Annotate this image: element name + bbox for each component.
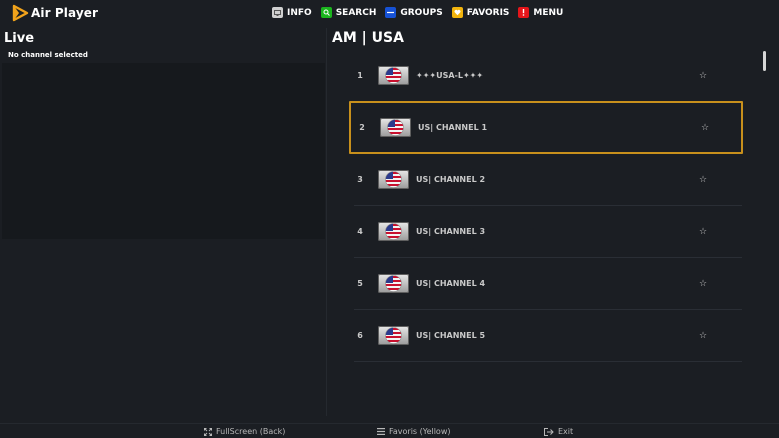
nav-favoris-label: FAVORIS [466, 7, 510, 18]
usa-flag-icon [378, 222, 409, 241]
row-separator [354, 257, 742, 258]
channel-name: ✦✦✦USA-L✦✦✦ [416, 71, 484, 80]
footer-favoris[interactable]: Favoris (Yellow) [377, 427, 451, 436]
channel-name: US| CHANNEL 5 [416, 331, 486, 340]
nav-groups-label: GROUPS [400, 7, 443, 18]
channel-row[interactable]: 1 ✦✦✦USA-L✦✦✦ ☆ [349, 49, 743, 102]
menu-lines-icon [377, 428, 385, 435]
star-outline-icon[interactable]: ☆ [699, 153, 707, 206]
channel-number: 2 [359, 123, 365, 132]
no-channel-status: No channel selected [8, 51, 88, 59]
channel-row[interactable]: 5 US| CHANNEL 4 ☆ [349, 257, 743, 310]
group-title: AM | USA [332, 30, 404, 46]
nav-menu-label: MENU [533, 7, 564, 18]
footer-exit-label: Exit [558, 427, 574, 436]
play-logo-icon [12, 4, 29, 22]
channel-number: 4 [357, 227, 363, 236]
nav-groups[interactable]: GROUPS [385, 7, 443, 18]
nav-info-label: INFO [287, 7, 312, 18]
row-separator [354, 205, 742, 206]
video-preview[interactable] [2, 63, 325, 239]
footer-exit[interactable]: Exit [544, 427, 573, 436]
usa-flag-icon [378, 326, 409, 345]
star-outline-icon[interactable]: ☆ [699, 309, 707, 362]
nav-search-label: SEARCH [335, 7, 377, 18]
exit-icon [544, 427, 554, 436]
channel-row[interactable]: 3 US| CHANNEL 2 ☆ [349, 153, 743, 206]
favoris-key-icon [451, 7, 463, 18]
row-separator [354, 361, 742, 362]
channel-number: 3 [357, 175, 363, 184]
app-logo: Air Player [11, 4, 98, 22]
channel-row[interactable]: 6 US| CHANNEL 5 ☆ [349, 309, 743, 362]
app-title: Air Player [31, 6, 99, 20]
menu-key-icon [518, 7, 530, 18]
channel-row[interactable]: 4 US| CHANNEL 3 ☆ [349, 205, 743, 258]
nav-menu[interactable]: MENU [518, 7, 563, 18]
usa-flag-icon [380, 118, 411, 137]
footer-favoris-label: Favoris (Yellow) [389, 427, 451, 436]
header-bar: Air Player INFO SEARCH GROUPS FAVORIS ME… [0, 0, 779, 28]
channel-row[interactable]: 2 US| CHANNEL 1 ☆ [349, 101, 743, 154]
footer-fullscreen[interactable]: FullScreen (Back) [204, 427, 285, 436]
nav-search[interactable]: SEARCH [320, 7, 377, 18]
star-outline-icon[interactable]: ☆ [699, 205, 707, 258]
star-outline-icon[interactable]: ☆ [699, 257, 707, 310]
groups-key-icon [385, 7, 397, 18]
footer-fullscreen-label: FullScreen (Back) [216, 427, 286, 436]
channel-name: US| CHANNEL 1 [418, 123, 488, 132]
channel-number: 5 [357, 279, 363, 288]
search-key-icon [320, 7, 332, 18]
channel-name: US| CHANNEL 4 [416, 279, 486, 288]
usa-flag-icon [378, 274, 409, 293]
top-navigation: INFO SEARCH GROUPS FAVORIS MENU [272, 7, 572, 18]
fullscreen-icon [204, 427, 212, 436]
channel-number: 1 [357, 71, 363, 80]
panel-divider [326, 28, 327, 416]
star-outline-icon[interactable]: ☆ [699, 49, 707, 102]
usa-flag-icon [378, 170, 409, 189]
nav-info[interactable]: INFO [272, 7, 312, 18]
footer-divider [0, 423, 779, 424]
nav-favoris[interactable]: FAVORIS [451, 7, 510, 18]
channel-number: 6 [357, 331, 363, 340]
star-outline-icon[interactable]: ☆ [701, 103, 709, 152]
channel-name: US| CHANNEL 3 [416, 227, 486, 236]
info-key-icon [272, 7, 283, 18]
channel-list-scrollbar[interactable] [763, 51, 766, 71]
usa-flag-icon [378, 66, 409, 85]
channel-name: US| CHANNEL 2 [416, 175, 486, 184]
row-separator [354, 309, 742, 310]
live-title: Live [4, 31, 35, 46]
